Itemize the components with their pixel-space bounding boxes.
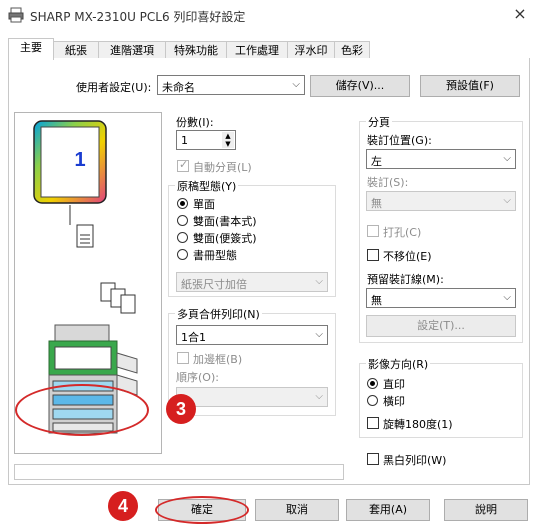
nup-select[interactable]: 1合1 ⌵ — [176, 325, 328, 345]
copies-label: 份數(I): — [176, 116, 214, 129]
radio-duplex-book[interactable] — [177, 215, 188, 226]
radio-booklet[interactable] — [177, 249, 188, 260]
help-button[interactable]: 說明 — [444, 499, 528, 521]
printer-icon — [8, 7, 24, 23]
collate-checkbox[interactable]: ✓ — [177, 158, 189, 172]
chevron-down-icon: ⌵ — [292, 79, 300, 90]
chevron-down-icon: ⌵ — [315, 391, 323, 402]
annotation-circle-trays — [15, 384, 149, 436]
status-bar — [14, 464, 344, 480]
order-select[interactable]: ⌵ — [176, 387, 328, 407]
radio-duplex-tablet[interactable] — [177, 232, 188, 243]
punch-checkbox[interactable] — [367, 225, 379, 237]
nup-value: 1合1 — [181, 331, 206, 344]
paper-size-value: 紙張尺寸加倍 — [181, 278, 247, 291]
annotation-badge-4: 4 — [108, 491, 138, 521]
pagination-title: 分頁 — [366, 114, 392, 130]
staple-value: 無 — [371, 197, 382, 210]
staple-label: 裝訂(S): — [367, 176, 409, 189]
tab-job-handling[interactable]: 工作處理 — [226, 41, 288, 59]
radio-portrait[interactable] — [367, 378, 378, 389]
radio-single-sided[interactable] — [177, 198, 188, 209]
portrait-label: 直印 — [383, 378, 405, 391]
gutter-select[interactable]: 無 ⌵ — [366, 288, 516, 308]
apply-button[interactable]: 套用(A) — [346, 499, 430, 521]
gutter-value: 無 — [371, 294, 382, 307]
order-label: 順序(O): — [176, 371, 219, 384]
option-booklet: 書冊型態 — [193, 249, 237, 262]
user-settings-value: 未命名 — [162, 81, 195, 94]
radio-landscape[interactable] — [367, 395, 378, 406]
punch-label: 打孔(C) — [383, 226, 422, 239]
orientation-title: 影像方向(R) — [366, 356, 431, 372]
rotate-label: 旋轉180度(1) — [383, 418, 453, 431]
copies-value: 1 — [181, 134, 188, 147]
spin-up-icon[interactable]: ▲ — [222, 132, 234, 140]
tab-watermark[interactable]: 浮水印 — [287, 41, 335, 59]
nup-title: 多頁合併列印(N) — [175, 306, 262, 322]
default-button[interactable]: 預設值(F) — [420, 75, 520, 97]
border-checkbox[interactable] — [177, 352, 189, 364]
gutter-label: 預留裝訂線(M): — [367, 273, 444, 286]
close-button[interactable]: × — [510, 4, 530, 24]
document-icon — [76, 224, 94, 248]
chevron-down-icon: ⌵ — [503, 153, 511, 164]
bw-print-label: 黑白列印(W) — [383, 454, 447, 467]
copies-spinner[interactable]: 1 ▲ ▼ — [176, 130, 236, 150]
chevron-down-icon: ⌵ — [503, 292, 511, 303]
option-duplex-tablet: 雙面(便簽式) — [193, 232, 257, 245]
no-offset-checkbox[interactable] — [367, 249, 379, 261]
binding-position-select[interactable]: 左 ⌵ — [366, 149, 516, 169]
bw-print-checkbox[interactable] — [367, 453, 379, 465]
staple-select[interactable]: 無 ⌵ — [366, 191, 516, 211]
landscape-label: 橫印 — [383, 395, 405, 408]
tab-color[interactable]: 色彩 — [334, 41, 370, 59]
chevron-down-icon: ⌵ — [503, 195, 511, 206]
spin-down-icon[interactable]: ▼ — [222, 140, 234, 148]
no-offset-label: 不移位(E) — [383, 250, 432, 263]
option-single-sided: 單面 — [193, 198, 215, 211]
user-settings-select[interactable]: 未命名 ⌵ — [157, 75, 305, 95]
collate-label: 自動分頁(L) — [193, 161, 252, 174]
annotation-circle-ok — [155, 496, 249, 524]
window-title: SHARP MX-2310U PCL6 列印喜好設定 — [30, 10, 246, 24]
binding-position-value: 左 — [371, 155, 382, 168]
tab-special[interactable]: 特殊功能 — [165, 41, 227, 59]
option-duplex-book: 雙面(書本式) — [193, 215, 257, 228]
preview-page-number: 1 — [74, 149, 86, 171]
tab-advanced[interactable]: 進階選項 — [98, 41, 166, 59]
cancel-button[interactable]: 取消 — [255, 499, 339, 521]
binding-position-label: 裝訂位置(G): — [367, 134, 432, 147]
title-bar: SHARP MX-2310U PCL6 列印喜好設定 × — [0, 0, 537, 30]
save-settings-button[interactable]: 儲存(V)... — [310, 75, 410, 97]
user-settings-label: 使用者設定(U): — [76, 81, 152, 94]
settings-button[interactable]: 設定(T)... — [366, 315, 516, 337]
chevron-down-icon: ⌵ — [315, 276, 323, 287]
border-label: 加邊框(B) — [193, 353, 243, 366]
chevron-down-icon: ⌵ — [315, 329, 323, 340]
original-type-title: 原稿型態(Y) — [175, 178, 239, 194]
rotate-checkbox[interactable] — [367, 417, 379, 429]
tab-main[interactable]: 主要 — [8, 38, 54, 60]
paper-size-select[interactable]: 紙張尺寸加倍 ⌵ — [176, 272, 328, 292]
tab-paper[interactable]: 紙張 — [53, 41, 99, 59]
annotation-badge-3: 3 — [166, 394, 196, 424]
copies-stack-icon — [100, 282, 136, 314]
